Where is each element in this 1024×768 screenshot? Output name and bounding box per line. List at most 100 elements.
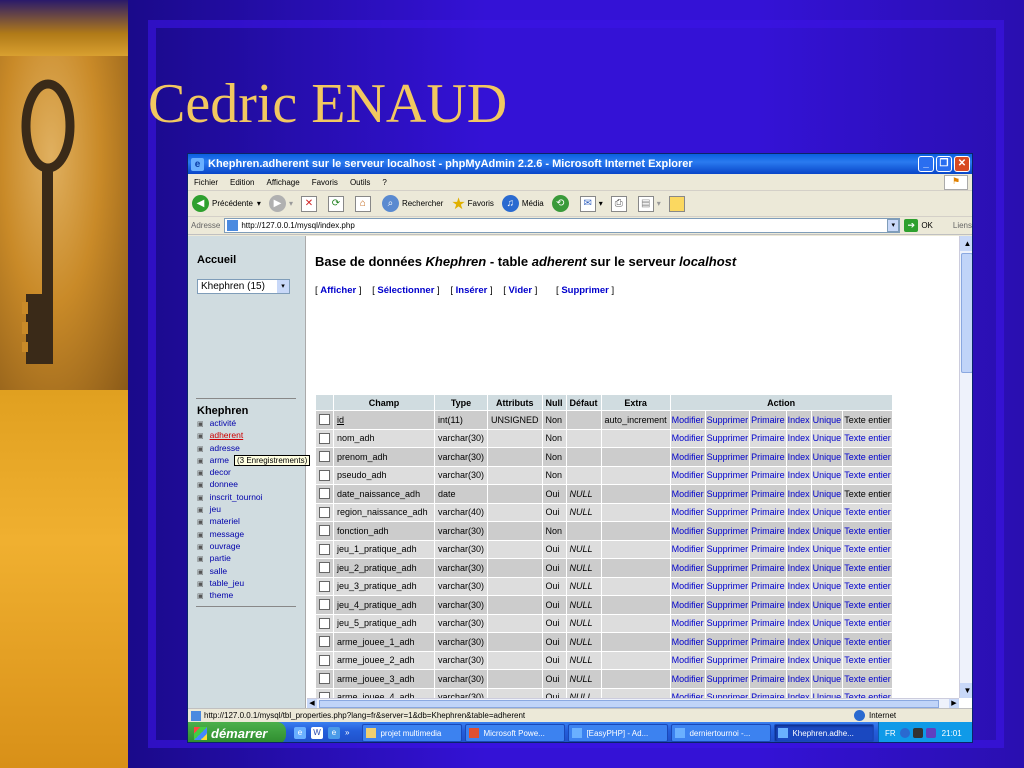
primaire-link[interactable]: Primaire	[750, 633, 786, 651]
unique-link[interactable]: Unique	[811, 614, 843, 632]
primaire-link[interactable]: Primaire	[750, 411, 786, 429]
primaire-link[interactable]: Primaire	[750, 651, 786, 669]
supprimer-link[interactable]: Supprimer	[705, 540, 750, 558]
menu-help[interactable]: ?	[382, 178, 386, 187]
index-link[interactable]: Index	[786, 503, 811, 521]
modifier-link[interactable]: Modifier	[670, 411, 705, 429]
table-item[interactable]: ▣ materiel	[197, 515, 263, 527]
primaire-link[interactable]: Primaire	[750, 670, 786, 688]
index-link[interactable]: Index	[786, 540, 811, 558]
texte-entier-link[interactable]: Texte entier	[843, 688, 892, 698]
supprimer-link[interactable]: Supprimer	[705, 577, 750, 595]
home-button[interactable]: ⌂	[354, 195, 374, 212]
modifier-link[interactable]: Modifier	[670, 466, 705, 484]
minimize-button[interactable]: _	[918, 156, 934, 172]
table-item[interactable]: ▣ message	[197, 528, 263, 540]
table-item[interactable]: ▣ partie	[197, 552, 263, 564]
modifier-link[interactable]: Modifier	[670, 429, 705, 447]
unique-link[interactable]: Unique	[811, 540, 843, 558]
index-link[interactable]: Index	[786, 466, 811, 484]
texte-entier-link[interactable]: Texte entier	[843, 429, 892, 447]
texte-entier-link[interactable]: Texte entier	[843, 633, 892, 651]
index-link[interactable]: Index	[786, 688, 811, 698]
unique-link[interactable]: Unique	[811, 503, 843, 521]
menu-edition[interactable]: Edition	[230, 178, 254, 187]
table-item[interactable]: ▣ table_jeu	[197, 577, 263, 589]
primaire-link[interactable]: Primaire	[750, 688, 786, 698]
primaire-link[interactable]: Primaire	[750, 577, 786, 595]
unique-link[interactable]: Unique	[811, 466, 843, 484]
unique-link[interactable]: Unique	[811, 633, 843, 651]
database-name[interactable]: Khephren	[197, 405, 248, 417]
supprimer-link[interactable]: Supprimer	[705, 670, 750, 688]
row-checkbox[interactable]	[319, 414, 330, 426]
row-checkbox[interactable]	[319, 543, 330, 555]
unique-link[interactable]: Unique	[811, 485, 843, 503]
modifier-link[interactable]: Modifier	[670, 503, 705, 521]
table-item[interactable]: ▣ ouvrage	[197, 540, 263, 552]
h-scroll-thumb[interactable]	[319, 700, 939, 708]
modifier-link[interactable]: Modifier	[670, 540, 705, 558]
supprimer-link[interactable]: Supprimer	[705, 614, 750, 632]
row-checkbox[interactable]	[319, 617, 330, 629]
primaire-link[interactable]: Primaire	[750, 503, 786, 521]
supprimer-link[interactable]: Supprimer	[705, 651, 750, 669]
unique-link[interactable]: Unique	[811, 559, 843, 577]
table-item[interactable]: ▣ salle	[197, 565, 263, 577]
index-link[interactable]: Index	[786, 670, 811, 688]
table-item[interactable]: ▣ inscrit_tournoi	[197, 491, 263, 503]
unique-link[interactable]: Unique	[811, 651, 843, 669]
table-item[interactable]: ▣ jeu	[197, 503, 263, 515]
unique-link[interactable]: Unique	[811, 411, 843, 429]
menu-outils[interactable]: Outils	[350, 178, 370, 187]
vider-link[interactable]: Vider	[509, 285, 533, 296]
index-link[interactable]: Index	[786, 522, 811, 540]
texte-entier-link[interactable]: Texte entier	[843, 448, 892, 466]
start-button[interactable]: démarrer	[188, 722, 286, 742]
supprimer-link[interactable]: Supprimer	[705, 485, 750, 503]
index-link[interactable]: Index	[786, 559, 811, 577]
supprimer-link[interactable]: Supprimer	[705, 448, 750, 466]
primaire-link[interactable]: Primaire	[750, 614, 786, 632]
row-checkbox[interactable]	[319, 654, 330, 666]
index-link[interactable]: Index	[786, 596, 811, 614]
modifier-link[interactable]: Modifier	[670, 614, 705, 632]
stop-button[interactable]: ✕	[300, 195, 320, 212]
index-link[interactable]: Index	[786, 448, 811, 466]
chevron-right-icon[interactable]: »	[345, 727, 349, 739]
row-checkbox[interactable]	[319, 451, 330, 463]
history-button[interactable]: ⟲	[551, 195, 572, 212]
home-link[interactable]: Accueil	[197, 254, 236, 266]
index-link[interactable]: Index	[786, 651, 811, 669]
database-select[interactable]: Khephren (15) ▾	[197, 279, 290, 294]
horizontal-scrollbar[interactable]: ◀ ▶	[307, 698, 959, 709]
unique-link[interactable]: Unique	[811, 670, 843, 688]
forward-button[interactable]: ▶ ▾	[268, 195, 293, 212]
scroll-thumb[interactable]	[961, 253, 972, 373]
unique-link[interactable]: Unique	[811, 577, 843, 595]
supprimer-link[interactable]: Supprimer	[705, 559, 750, 577]
texte-entier-link[interactable]: Texte entier	[843, 596, 892, 614]
modifier-link[interactable]: Modifier	[670, 688, 705, 698]
primaire-link[interactable]: Primaire	[750, 485, 786, 503]
unique-link[interactable]: Unique	[811, 522, 843, 540]
unique-link[interactable]: Unique	[811, 429, 843, 447]
supprimer-link[interactable]: Supprimer	[705, 596, 750, 614]
row-checkbox[interactable]	[319, 506, 330, 518]
supprimer-link[interactable]: Supprimer	[705, 633, 750, 651]
primaire-link[interactable]: Primaire	[750, 429, 786, 447]
menu-favoris[interactable]: Favoris	[312, 178, 338, 187]
restore-button[interactable]: ❐	[936, 156, 952, 172]
supprimer-table-link[interactable]: Supprimer	[561, 285, 609, 296]
supprimer-link[interactable]: Supprimer	[705, 466, 750, 484]
index-link[interactable]: Index	[786, 411, 811, 429]
task-button[interactable]: [EasyPHP] - Ad...	[568, 724, 669, 742]
inserer-link[interactable]: Insérer	[456, 285, 488, 296]
supprimer-link[interactable]: Supprimer	[705, 411, 750, 429]
index-link[interactable]: Index	[786, 485, 811, 503]
modifier-link[interactable]: Modifier	[670, 596, 705, 614]
media-button[interactable]: ♫ Média	[501, 195, 544, 212]
modifier-link[interactable]: Modifier	[670, 670, 705, 688]
back-dropdown-icon[interactable]: ▾	[257, 199, 261, 208]
texte-entier-link[interactable]: Texte entier	[843, 485, 892, 503]
